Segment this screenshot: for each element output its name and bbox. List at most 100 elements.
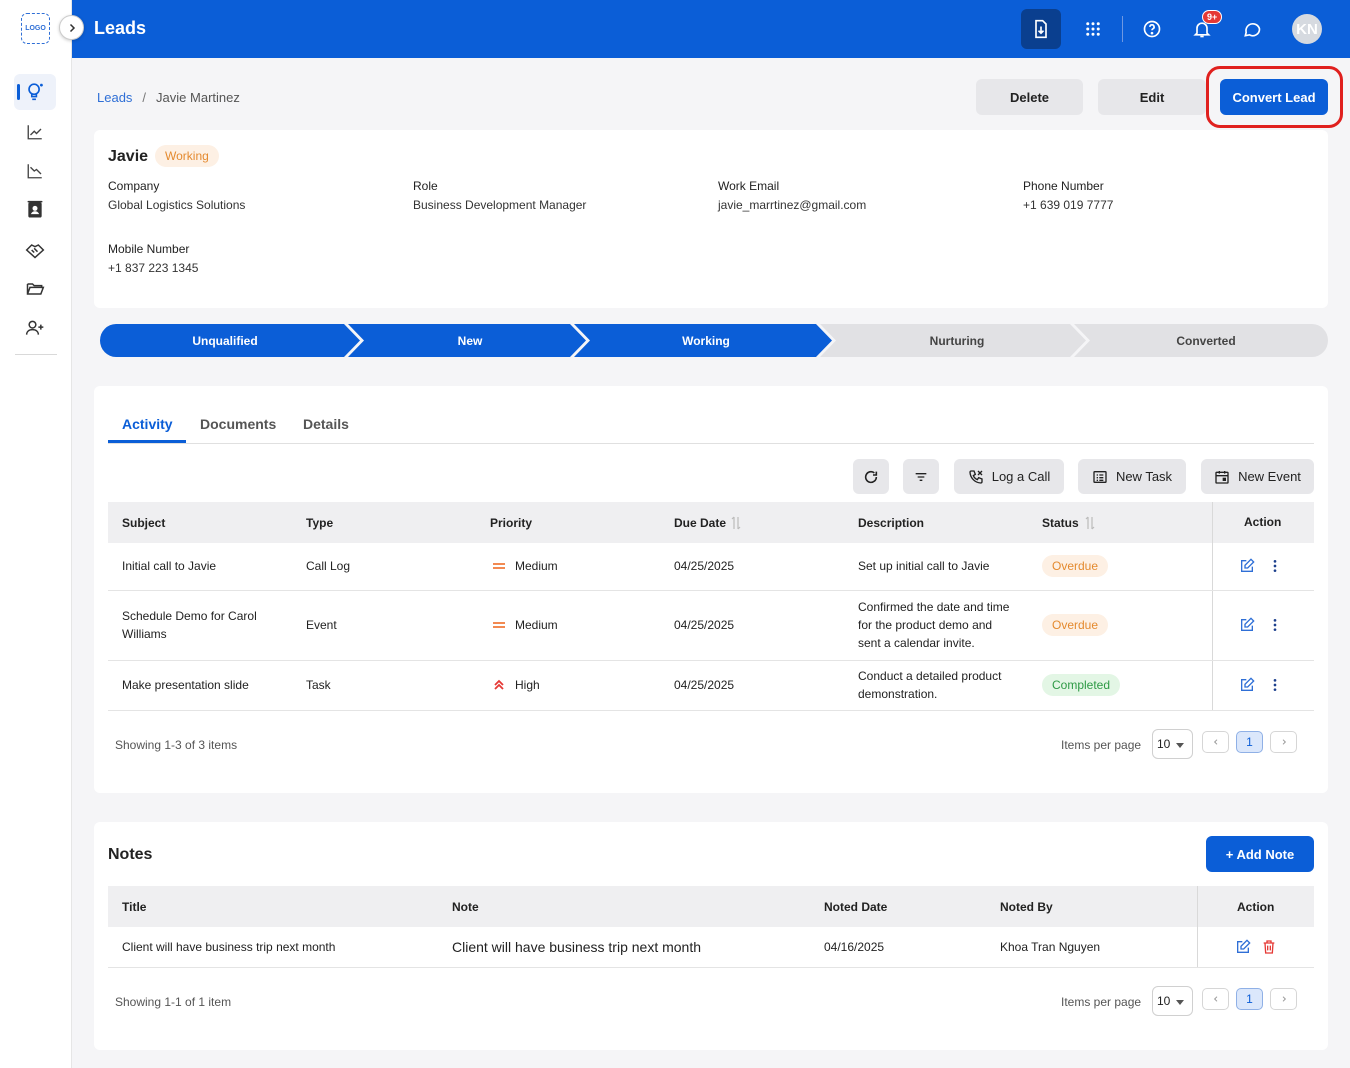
apps-button[interactable] bbox=[1073, 9, 1113, 49]
sidebar-item-analytics[interactable] bbox=[14, 114, 56, 150]
prev-page-button[interactable] bbox=[1202, 988, 1229, 1010]
chat-icon bbox=[1244, 22, 1261, 37]
lightbulb-icon bbox=[28, 83, 43, 101]
tab-activity[interactable]: Activity bbox=[122, 416, 173, 432]
stage-nurturing[interactable]: Nurturing bbox=[830, 324, 1084, 357]
refresh-icon bbox=[864, 470, 878, 483]
edit-icon[interactable] bbox=[1239, 558, 1255, 574]
sidebar-item-deals[interactable] bbox=[14, 232, 56, 268]
col-noted-date: Noted Date bbox=[824, 900, 888, 914]
row-2-subject[interactable]: Schedule Demo for Carol Williams bbox=[122, 607, 282, 643]
notes-title: Notes bbox=[108, 846, 153, 863]
contact-card-icon bbox=[27, 200, 43, 218]
row-1-type: Call Log bbox=[306, 559, 351, 573]
row-2-status-badge: Overdue bbox=[1042, 614, 1109, 636]
sidebar-item-contacts[interactable] bbox=[14, 192, 56, 228]
log-call-button[interactable]: Log a Call bbox=[954, 459, 1064, 494]
breadcrumb-leads-link[interactable]: Leads bbox=[97, 90, 132, 105]
next-page-button[interactable] bbox=[1270, 731, 1297, 753]
sidebar-toggle-button[interactable] bbox=[59, 15, 84, 40]
row-divider bbox=[108, 590, 1314, 591]
chat-button[interactable] bbox=[1232, 9, 1272, 49]
row-1-priority: Medium bbox=[515, 559, 558, 573]
items-per-page-label: Items per page bbox=[1061, 995, 1142, 1009]
note-row-title[interactable]: Client will have business trip next mont… bbox=[122, 938, 335, 956]
download-button[interactable] bbox=[1021, 9, 1061, 49]
file-download-icon bbox=[1035, 19, 1047, 39]
filter-button[interactable] bbox=[903, 459, 939, 494]
row-3-status-badge: Completed bbox=[1042, 674, 1121, 696]
items-per-page-select[interactable]: 10 bbox=[1152, 729, 1193, 759]
sort-icon[interactable] bbox=[731, 516, 741, 530]
tab-documents[interactable]: Documents bbox=[200, 416, 276, 432]
edit-icon[interactable] bbox=[1239, 617, 1255, 633]
chevron-left-icon bbox=[1213, 996, 1217, 1002]
more-options-icon[interactable] bbox=[1267, 617, 1283, 633]
stage-unqualified[interactable]: Unqualified bbox=[100, 324, 350, 357]
items-per-page-value: 10 bbox=[1157, 737, 1171, 751]
refresh-button[interactable] bbox=[853, 459, 889, 494]
more-options-icon[interactable] bbox=[1267, 558, 1283, 574]
row-2-description: Confirmed the date and time for the prod… bbox=[858, 600, 1010, 650]
row-2-due-date: 04/25/2025 bbox=[674, 618, 735, 632]
sidebar-item-add-user[interactable] bbox=[14, 310, 56, 346]
row-2-priority: Medium bbox=[515, 618, 558, 632]
mobile-value: +1 837 223 1345 bbox=[108, 261, 199, 275]
add-user-icon bbox=[25, 320, 44, 335]
prev-page-button[interactable] bbox=[1202, 731, 1229, 753]
filter-icon bbox=[915, 472, 927, 481]
sort-icon[interactable] bbox=[1085, 516, 1095, 530]
row-divider bbox=[108, 660, 1314, 661]
action-column-divider bbox=[1212, 502, 1213, 711]
sidebar-item-leads[interactable] bbox=[14, 74, 56, 110]
row-3-due-date: 04/25/2025 bbox=[674, 678, 735, 692]
delete-button[interactable]: Delete bbox=[976, 79, 1083, 115]
edit-icon[interactable] bbox=[1239, 677, 1255, 693]
stage-working[interactable]: Working bbox=[586, 324, 826, 357]
sidebar-item-documents[interactable] bbox=[14, 271, 56, 307]
sidebar-divider bbox=[15, 354, 57, 355]
tab-details[interactable]: Details bbox=[303, 416, 349, 432]
priority-medium-icon bbox=[493, 563, 505, 569]
phone-value: +1 639 019 7777 bbox=[1023, 198, 1114, 212]
row-3-priority: High bbox=[515, 678, 540, 692]
trash-icon[interactable] bbox=[1261, 939, 1277, 955]
items-per-page-select[interactable]: 10 bbox=[1152, 986, 1193, 1016]
company-label: Company bbox=[108, 179, 160, 193]
next-page-button[interactable] bbox=[1270, 988, 1297, 1010]
phone-call-icon bbox=[969, 469, 983, 484]
add-note-button[interactable]: + Add Note bbox=[1206, 836, 1314, 872]
row-3-subject[interactable]: Make presentation slide bbox=[122, 676, 249, 694]
notes-table-header bbox=[108, 886, 1314, 927]
app-logo: LOGO bbox=[21, 13, 50, 44]
new-task-label: New Task bbox=[1115, 469, 1173, 484]
more-options-icon[interactable] bbox=[1267, 677, 1283, 693]
notes-showing-count: Showing 1-1 of 1 item bbox=[115, 995, 232, 1009]
new-event-button[interactable]: New Event bbox=[1201, 459, 1314, 494]
col-status[interactable]: Status bbox=[1042, 516, 1079, 530]
company-value: Global Logistics Solutions bbox=[108, 198, 246, 212]
row-3-type: Task bbox=[306, 678, 331, 692]
sidebar-item-reports[interactable] bbox=[14, 153, 56, 189]
col-priority: Priority bbox=[490, 516, 533, 530]
stage-new[interactable]: New bbox=[356, 324, 584, 357]
sidebar: LOGO bbox=[0, 0, 72, 1068]
page-1-button[interactable]: 1 bbox=[1236, 731, 1263, 753]
folder-open-icon bbox=[26, 283, 45, 295]
new-task-button[interactable]: New Task bbox=[1078, 459, 1186, 494]
avatar[interactable]: KN bbox=[1292, 14, 1322, 44]
help-button[interactable] bbox=[1132, 9, 1172, 49]
chevron-right-icon bbox=[69, 23, 75, 32]
col-noted-by: Noted By bbox=[1000, 900, 1053, 914]
row-1-subject[interactable]: Initial call to Javie bbox=[122, 557, 216, 575]
topbar-divider bbox=[1122, 16, 1123, 42]
edit-icon[interactable] bbox=[1235, 939, 1251, 955]
breadcrumb: Leads / Javie Martinez bbox=[97, 90, 240, 105]
page-1-button[interactable]: 1 bbox=[1236, 988, 1263, 1010]
edit-button[interactable]: Edit bbox=[1098, 79, 1206, 115]
highlight-annotation bbox=[1206, 66, 1343, 128]
lead-status-badge: Working bbox=[155, 145, 219, 167]
stage-converted[interactable]: Converted bbox=[1084, 324, 1328, 357]
col-due-date[interactable]: Due Date bbox=[674, 516, 726, 530]
handshake-icon bbox=[25, 244, 45, 259]
